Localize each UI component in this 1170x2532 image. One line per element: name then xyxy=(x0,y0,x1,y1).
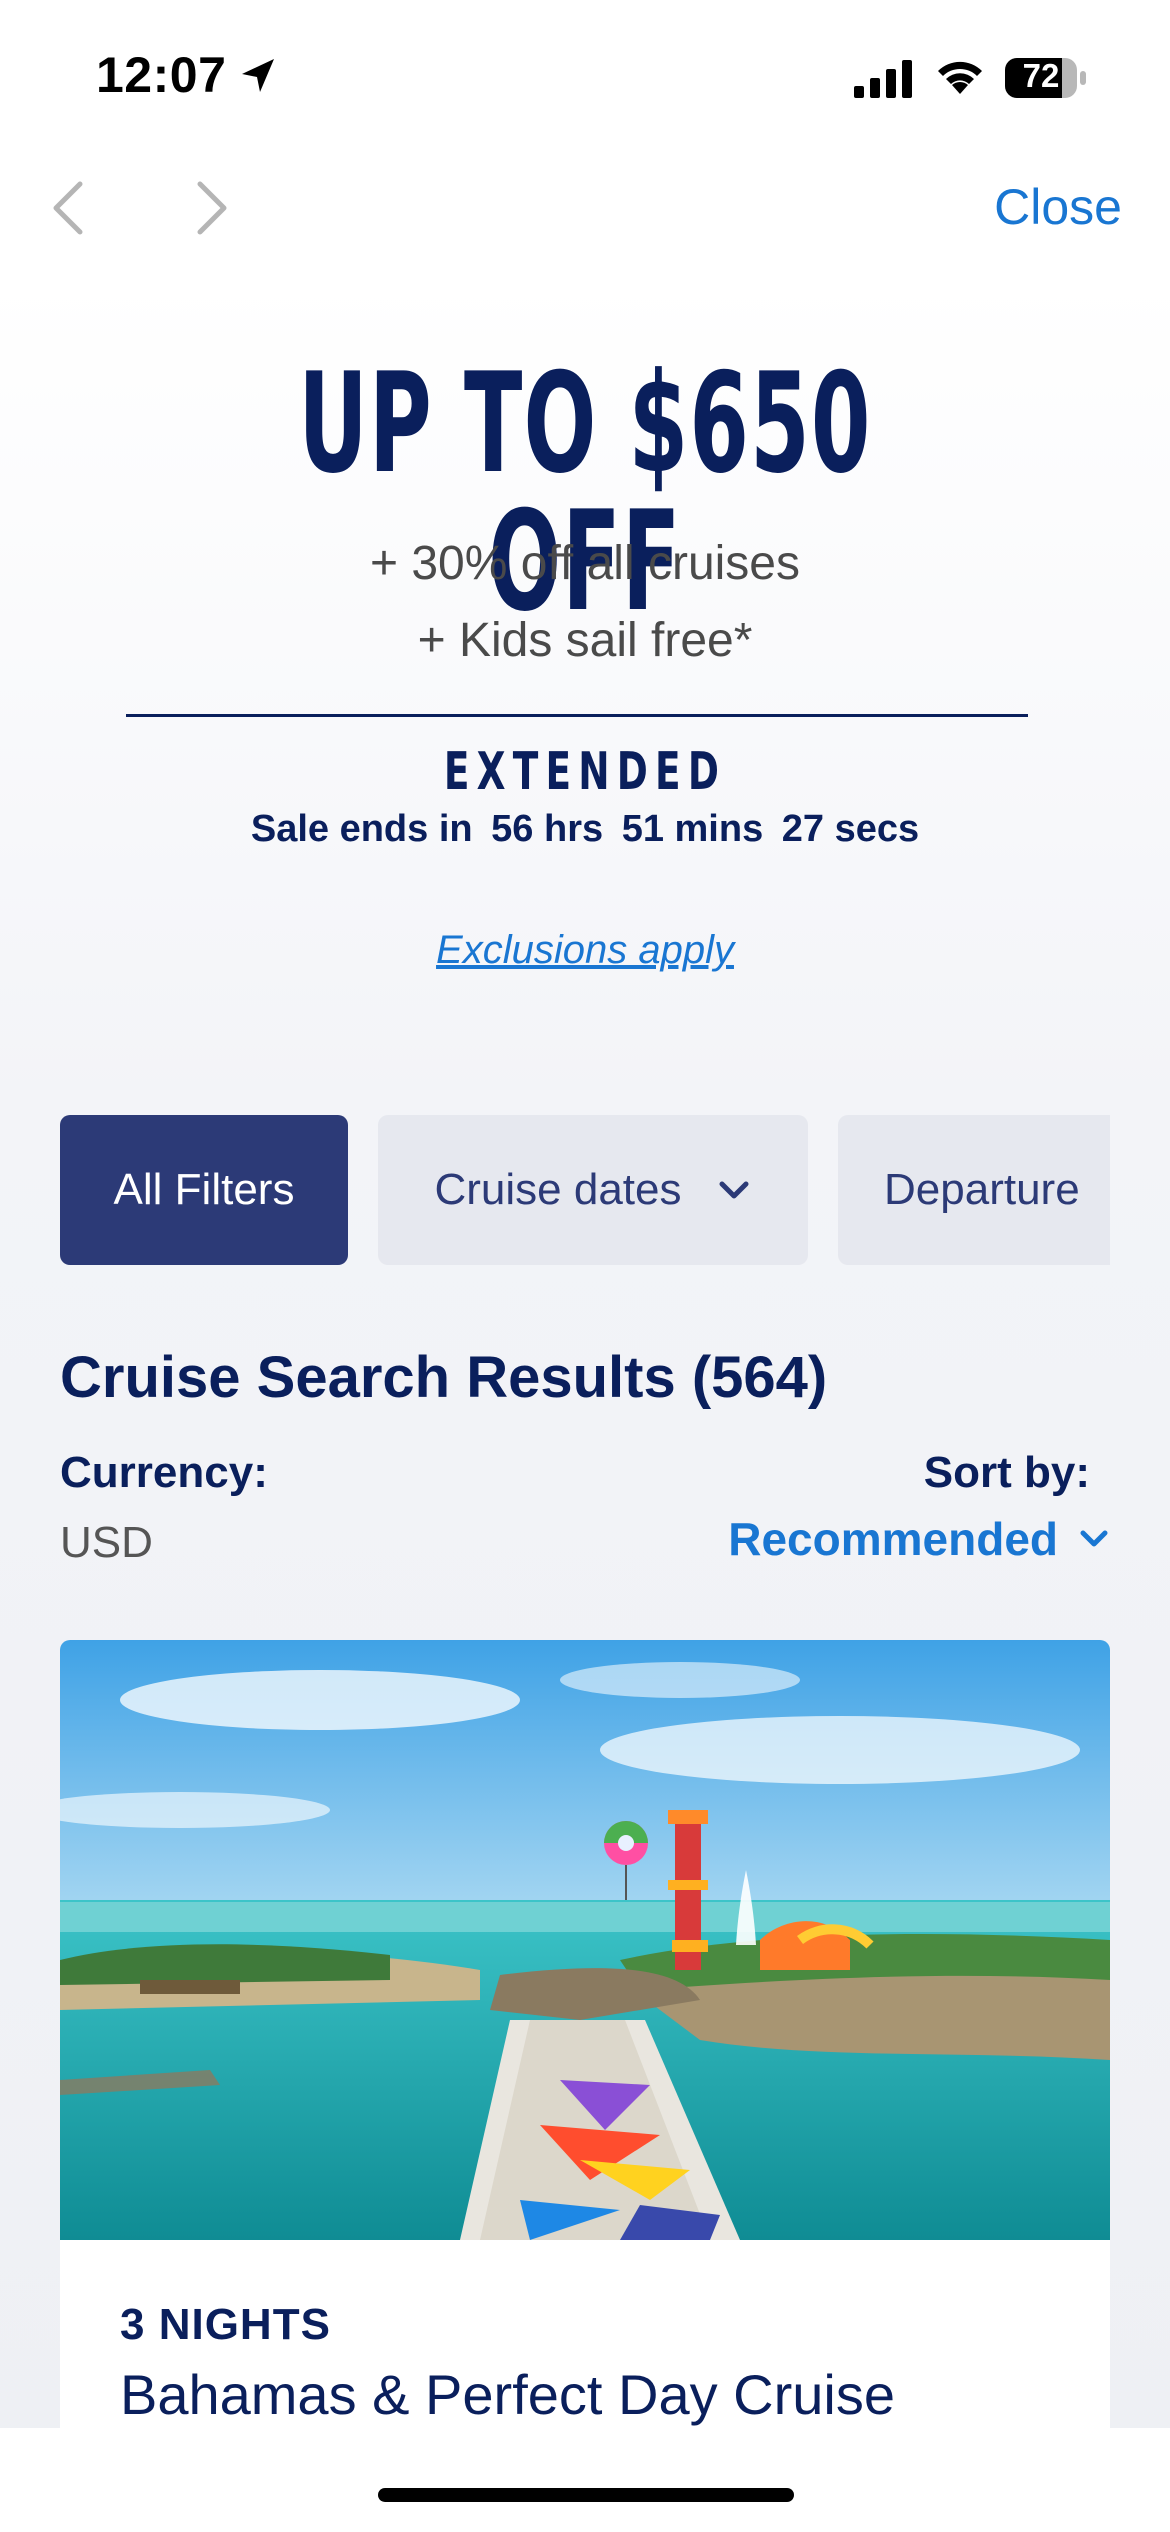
results-title: Cruise Search Results (564) xyxy=(60,1345,828,1410)
countdown-secs: 27 secs xyxy=(781,808,920,850)
island-photo xyxy=(60,1640,1110,2240)
status-time: 12:07 xyxy=(96,47,227,103)
countdown-hours: 56 hrs xyxy=(491,808,604,850)
chevron-down-icon xyxy=(719,1181,748,1199)
currency-value[interactable]: USD xyxy=(60,1518,153,1568)
currency-label: Currency: xyxy=(60,1448,268,1497)
promo-line-kids: + Kids sail free* xyxy=(417,614,753,667)
bottom-safe-area xyxy=(0,2428,1170,2532)
departure-dropdown[interactable]: Departure xyxy=(838,1115,1110,1265)
status-bar: 12:07 72 xyxy=(0,0,1170,150)
countdown-mins: 51 mins xyxy=(621,808,764,850)
exclusions-link[interactable]: Exclusions apply xyxy=(0,928,1170,973)
chevron-left-icon[interactable] xyxy=(44,176,94,240)
card-nights: 3 NIGHTS xyxy=(120,2300,331,2349)
chevron-down-icon xyxy=(1080,1530,1108,1547)
sort-dropdown[interactable]: Recommended xyxy=(728,1512,1110,1566)
location-arrow-icon xyxy=(242,59,274,92)
all-filters-button[interactable]: All Filters xyxy=(60,1115,348,1265)
battery-level: 72 xyxy=(1022,57,1060,94)
sort-value: Recommended xyxy=(728,1513,1058,1565)
departure-label: Departure xyxy=(884,1165,1080,1214)
all-filters-label: All Filters xyxy=(113,1165,295,1214)
home-indicator[interactable] xyxy=(378,2488,794,2502)
wifi-icon xyxy=(938,61,982,94)
cruise-dates-label: Cruise dates xyxy=(434,1165,682,1214)
cell-signal-icon xyxy=(854,60,912,98)
card-title[interactable]: Bahamas & Perfect Day Cruise xyxy=(120,2362,895,2427)
cruise-card[interactable]: 3 NIGHTS Bahamas & Perfect Day Cruise xyxy=(60,1640,1110,2440)
sale-countdown: Sale ends in 56 hrs 51 mins 27 secs xyxy=(0,808,1170,851)
promo-line-discount: + 30% off all cruises xyxy=(369,537,800,590)
chevron-right-icon[interactable] xyxy=(186,176,236,240)
sort-label: Sort by: xyxy=(923,1448,1090,1497)
close-button[interactable]: Close xyxy=(994,178,1122,236)
cruise-dates-dropdown[interactable]: Cruise dates xyxy=(378,1115,808,1265)
promo-divider xyxy=(126,714,1028,717)
sale-ends-prefix: Sale ends in xyxy=(250,808,473,850)
promo-extended: EXTENDED xyxy=(443,742,727,802)
